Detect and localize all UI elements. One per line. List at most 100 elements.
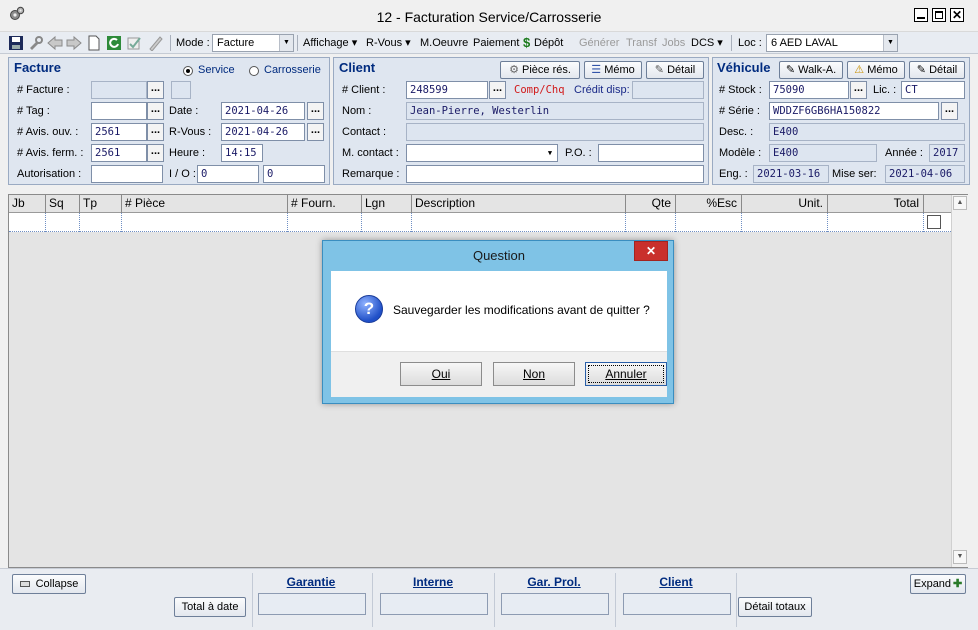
chevron-down-icon: ▼ [547, 149, 553, 157]
edit-check-icon[interactable] [126, 35, 142, 51]
menu-rvous[interactable]: R-Vous ▾ [366, 35, 411, 51]
eng-label: Eng. : [719, 168, 748, 180]
piece-res-button[interactable]: ⚙ Pièce rés. [500, 61, 580, 79]
facture-no-field[interactable] [91, 81, 147, 99]
serie-lookup-button[interactable]: ... [941, 102, 958, 120]
menu-affichage[interactable]: Affichage ▾ [303, 35, 357, 51]
desc-field[interactable]: E400 [769, 123, 965, 141]
date-label: Date : [169, 105, 199, 117]
non-button[interactable]: Non [493, 362, 575, 386]
menu-paiement[interactable]: Paiement [473, 35, 519, 51]
col-jb[interactable]: Jb [9, 195, 45, 213]
row-checkbox[interactable] [927, 215, 941, 229]
menu-generer[interactable]: Générer [579, 35, 619, 51]
menu-jobs[interactable]: Jobs [662, 35, 685, 51]
facture-suffix-field[interactable] [171, 81, 191, 99]
remarque-field[interactable] [406, 165, 704, 183]
dialog-close-button[interactable]: ✕ [634, 241, 668, 261]
col-qte[interactable]: Qte [625, 195, 675, 213]
vehicule-detail-button[interactable]: ✎ Détail [909, 61, 965, 79]
facture-lookup-button[interactable]: ... [147, 81, 164, 99]
refresh-icon[interactable] [106, 35, 122, 51]
tag-field[interactable] [91, 102, 147, 120]
col-fourn[interactable]: # Fourn. [287, 195, 361, 213]
mise-ser-field[interactable]: 2021-04-06 [885, 165, 965, 183]
avis-ouv-lookup-button[interactable]: ... [147, 123, 164, 141]
rvous-field[interactable]: 2021-04-26 [221, 123, 305, 141]
client-no-field[interactable]: 248599 [406, 81, 488, 99]
tools-icon[interactable] [28, 35, 44, 51]
date-field[interactable]: 2021-04-26 [221, 102, 305, 120]
tag-lookup-button[interactable]: ... [147, 102, 164, 120]
lic-field[interactable]: CT [901, 81, 965, 99]
avis-ferm-lookup-button[interactable]: ... [147, 144, 164, 162]
chevron-down-icon: ▼ [883, 35, 897, 51]
client-memo-button[interactable]: ☰ Mémo [584, 61, 642, 79]
heure-label: Heure : [169, 147, 206, 159]
modele-field[interactable]: E400 [769, 144, 877, 162]
serie-field[interactable]: WDDZF6GB6HA150822 [769, 102, 939, 120]
io-field-2[interactable]: 0 [263, 165, 325, 183]
menu-depot[interactable]: Dépôt [534, 35, 563, 51]
expand-button[interactable]: Expand ✚ [910, 574, 966, 594]
po-field[interactable] [598, 144, 704, 162]
col-description[interactable]: Description [411, 195, 625, 213]
menu-transf[interactable]: Transf [626, 35, 657, 51]
col-piece[interactable]: # Pièce [121, 195, 287, 213]
forward-arrow-icon[interactable] [66, 35, 82, 51]
col-total[interactable]: Total [827, 195, 923, 213]
vertical-scrollbar[interactable]: ▲ ▼ [951, 195, 968, 567]
service-radio[interactable] [183, 66, 193, 76]
annuler-button[interactable]: Annuler [585, 362, 667, 386]
mode-select[interactable]: Facture ▼ [212, 34, 294, 52]
new-document-icon[interactable] [86, 35, 102, 51]
save-icon[interactable] [8, 35, 24, 51]
nom-field[interactable]: Jean-Pierre, Westerlin [406, 102, 704, 120]
scroll-up-icon[interactable]: ▲ [953, 196, 967, 210]
total-a-date-button[interactable]: Total à date [174, 597, 246, 617]
rvous-picker-button[interactable]: ... [307, 123, 324, 141]
avis-ouv-label: # Avis. ouv. : [17, 126, 79, 138]
minimize-button[interactable] [914, 8, 928, 22]
back-arrow-icon[interactable] [47, 35, 63, 51]
title-bar: 12 - Facturation Service/Carrosserie ✕ [0, 0, 978, 32]
m-contact-select[interactable]: ▼ [406, 144, 558, 162]
col-sq[interactable]: Sq [45, 195, 79, 213]
col-lgn[interactable]: Lgn [361, 195, 411, 213]
loc-select[interactable]: 6 AED LAVAL ▼ [766, 34, 898, 52]
client-detail-button[interactable]: ✎ Détail [646, 61, 704, 79]
autorisation-field[interactable] [91, 165, 163, 183]
stock-lookup-button[interactable]: ... [850, 81, 867, 99]
scroll-down-icon[interactable]: ▼ [953, 550, 967, 564]
heure-field[interactable]: 14:15 [221, 144, 263, 162]
carrosserie-radio[interactable] [249, 66, 259, 76]
client-total-field [623, 593, 731, 615]
non-label: Non [522, 367, 545, 381]
contact-field[interactable] [406, 123, 704, 141]
col-unit[interactable]: Unit. [741, 195, 827, 213]
detail-totaux-button[interactable]: Détail totaux [738, 597, 812, 617]
eng-field[interactable]: 2021-03-16 [753, 165, 829, 183]
oui-label: Oui [431, 367, 451, 381]
avis-ferm-field[interactable]: 2561 [91, 144, 147, 162]
stock-field[interactable]: 75090 [769, 81, 849, 99]
annee-field[interactable]: 2017 [929, 144, 965, 162]
menu-moeuvre[interactable]: M.Oeuvre [420, 35, 468, 51]
close-window-button[interactable]: ✕ [950, 8, 964, 22]
loc-label: Loc : [738, 37, 762, 49]
avis-ouv-field[interactable]: 2561 [91, 123, 147, 141]
collapse-button[interactable]: Collapse [12, 574, 86, 594]
walk-around-button[interactable]: ✎ Walk-A. [779, 61, 843, 79]
io-field-1[interactable]: 0 [197, 165, 259, 183]
col-tp[interactable]: Tp [79, 195, 121, 213]
oui-button[interactable]: Oui [400, 362, 482, 386]
maximize-button[interactable] [932, 8, 946, 22]
col-esc[interactable]: %Esc [675, 195, 741, 213]
col-check [923, 195, 951, 213]
client-lookup-button[interactable]: ... [489, 81, 506, 99]
date-picker-button[interactable]: ... [307, 102, 324, 120]
menu-dcs[interactable]: DCS ▾ [691, 35, 723, 51]
clear-icon[interactable] [148, 35, 164, 52]
vehicule-memo-button[interactable]: ⚠ Mémo [847, 61, 905, 79]
table-row[interactable] [9, 213, 951, 232]
